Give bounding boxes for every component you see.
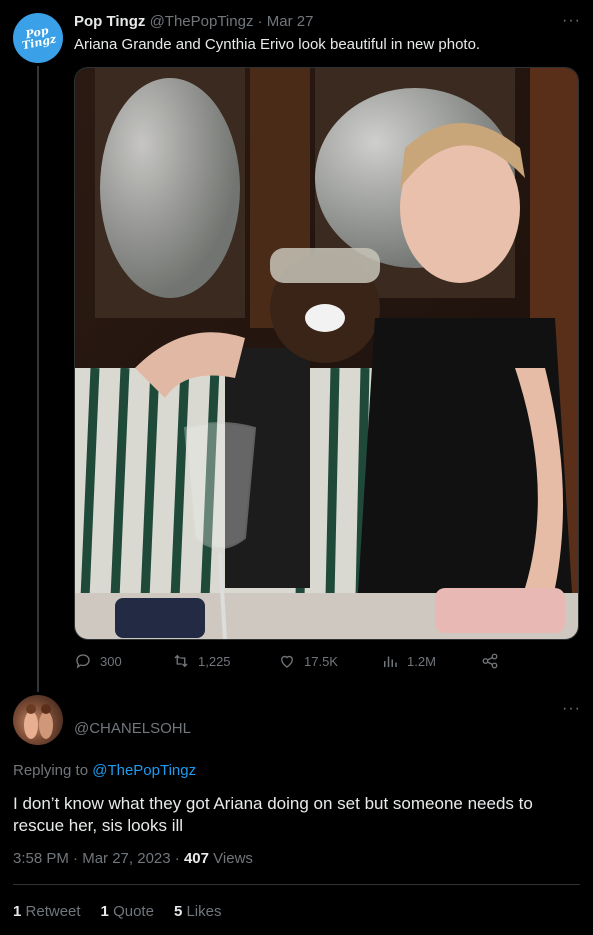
author-handle[interactable]: @ThePopTingz	[150, 13, 254, 30]
reply-author-handle[interactable]: @CHANELSOHL	[74, 720, 191, 737]
share-icon	[482, 653, 498, 669]
retweet-action[interactable]: 1,225	[172, 652, 231, 670]
separator: ·	[174, 850, 180, 867]
reply-date[interactable]: Mar 27, 2023	[82, 850, 170, 867]
replying-to: Replying to @ThePopTingz	[13, 762, 196, 779]
avatar-poptingz[interactable]: Pop Tingz	[13, 13, 63, 63]
retweet-icon	[174, 654, 188, 668]
more-icon[interactable]: ···	[562, 700, 581, 718]
thread-line	[37, 66, 39, 692]
tweet-text: Ariana Grande and Cynthia Erivo look bea…	[74, 36, 481, 53]
retweet-count: 1,225	[198, 653, 231, 669]
photo-illustration	[75, 68, 578, 639]
quote-stat[interactable]: 1 Quote	[101, 903, 154, 920]
separator: ·	[73, 850, 79, 867]
avatar-photo	[24, 704, 53, 739]
avatar-chanelsohl[interactable]	[13, 695, 63, 745]
reply-meta: 3:58 PM · Mar 27, 2023 · 407 Views	[13, 850, 253, 867]
poptingz-logo: Pop Tingz	[20, 23, 58, 53]
reply-count: 300	[100, 653, 122, 669]
like-count: 17.5K	[304, 653, 338, 669]
reply-time[interactable]: 3:58 PM	[13, 850, 69, 867]
reply-views-count: 407	[183, 850, 209, 867]
views-icon	[384, 656, 397, 667]
replying-to-link[interactable]: @ThePopTingz	[92, 762, 196, 779]
tweet-photo[interactable]	[74, 67, 579, 640]
separator: ·	[257, 13, 263, 30]
reply-stats: 1 Retweet 1 Quote 5 Likes	[13, 903, 221, 920]
more-icon[interactable]: ···	[562, 12, 581, 30]
author-name[interactable]: Pop Tingz	[74, 13, 145, 30]
divider	[13, 884, 580, 885]
tweet-header: Pop Tingz @ThePopTingz · Mar 27	[74, 13, 313, 30]
replying-prefix: Replying to	[13, 762, 89, 779]
views-count: 1.2M	[407, 653, 436, 669]
share-action[interactable]	[481, 652, 499, 670]
tweet-date[interactable]: Mar 27	[267, 13, 314, 30]
views-action[interactable]: 1.2M	[381, 652, 436, 670]
retweet-stat[interactable]: 1 Retweet	[13, 903, 81, 920]
like-action[interactable]: 17.5K	[278, 652, 338, 670]
reply-text: I don’t know what they got Ariana doing …	[13, 794, 533, 835]
reply-action[interactable]: 300	[74, 652, 122, 670]
reply-views-label: Views	[213, 850, 253, 867]
heart-icon	[281, 655, 293, 668]
reply-icon	[76, 654, 90, 669]
likes-stat[interactable]: 5 Likes	[174, 903, 222, 920]
